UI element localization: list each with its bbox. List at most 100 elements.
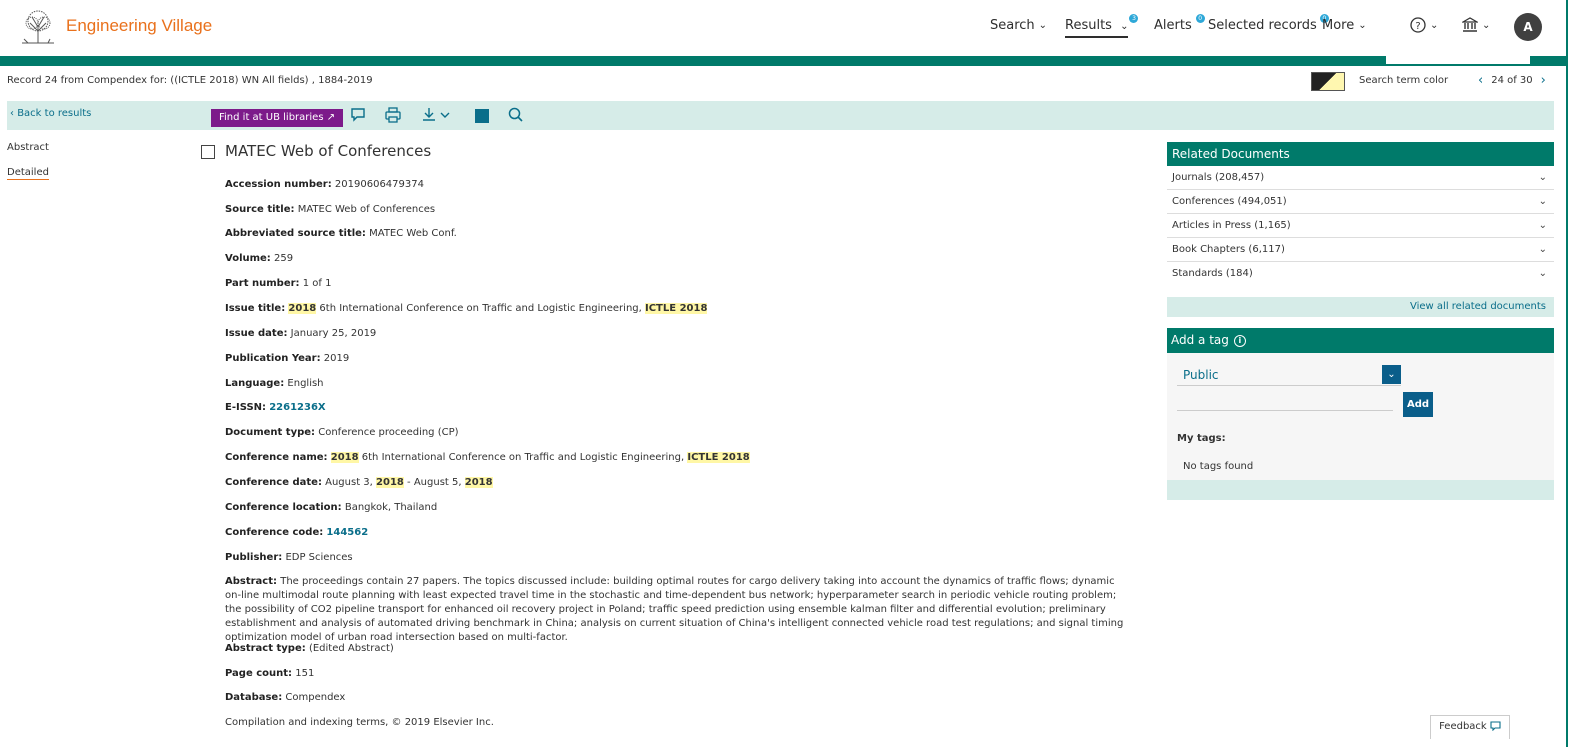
related-standards[interactable]: Standards (184) ⌄ [1167,262,1554,286]
user-avatar[interactable]: A [1514,13,1542,41]
field-eissn: E-ISSN: 2261236X [225,402,326,413]
record-toolbar: ‹ Back to results Find it at UB librarie… [7,101,1554,130]
no-tags-text: No tags found [1183,461,1254,472]
add-tag-panel: Add a tag i Public ⌄ Add My tags: No tag… [1167,328,1554,500]
alerts-count-badge: 0 [1195,14,1205,23]
tag-visibility-select[interactable]: Public ⌄ [1177,364,1401,386]
conference-code-link[interactable]: 144562 [326,527,368,538]
search-term-color-label: Search term color [1359,75,1449,86]
nav-alerts[interactable]: Alerts 0 [1154,14,1205,33]
back-to-results-link[interactable]: ‹ Back to results [10,108,91,119]
field-conference-date: Conference date: August 3, 2018 - August… [225,477,493,488]
chevron-down-icon: ⌄ [1538,220,1547,231]
print-icon[interactable] [384,106,402,124]
scrollbar-thumb[interactable] [1566,0,1568,747]
field-accession: Accession number: 20190606479374 [225,179,424,190]
field-abstract: Abstract: The proceedings contain 27 pap… [225,576,1124,643]
elsevier-tree-logo-icon[interactable] [18,9,58,45]
help-menu[interactable]: ? ⌄ [1410,17,1438,33]
view-all-related-link[interactable]: View all related documents [1410,301,1546,312]
field-page-count: Page count: 151 [225,668,315,679]
top-header: Engineering Village Search ⌄ Results ⌄ 3… [0,0,1584,56]
comment-icon [1490,721,1501,732]
left-nav-detailed[interactable]: Detailed [7,167,49,180]
search-term-highlight: ICTLE 2018 [645,303,708,314]
chevron-down-icon: ⌄ [1038,20,1048,31]
field-conference-code: Conference code: 144562 [225,527,369,538]
search-term-color-swatch[interactable] [1311,72,1345,91]
svg-text:?: ? [1415,21,1420,32]
find-it-button[interactable]: Find it at UB libraries ↗ [211,109,344,127]
my-tags-label: My tags: [1177,433,1226,444]
tag-input[interactable] [1177,393,1393,411]
help-icon: ? [1410,17,1426,33]
nav-results[interactable]: Results ⌄ 3 [1065,14,1139,38]
tag-panel-footer [1167,480,1554,500]
eissn-link[interactable]: 2261236X [269,402,325,413]
field-publication-year: Publication Year: 2019 [225,353,350,364]
next-record-icon[interactable]: › [1541,74,1546,87]
field-abbr-source: Abbreviated source title: MATEC Web Conf… [225,228,457,239]
results-count-badge: 3 [1129,14,1139,23]
field-database: Database: Compendex [225,692,346,703]
search-icon[interactable] [507,106,525,124]
related-documents-panel: Related Documents Journals (208,457) ⌄ Co… [1167,142,1554,317]
chevron-down-icon: ⌄ [1538,196,1547,207]
record-pager: ‹ 24 of 30 › [1478,74,1546,87]
feedback-button[interactable]: Feedback [1430,715,1510,739]
select-record-checkbox[interactable] [201,145,215,159]
institution-icon [1462,17,1478,32]
add-tag-title: Add a tag [1171,333,1229,347]
field-issue-date: Issue date: January 25, 2019 [225,328,377,339]
chevron-down-icon: ⌄ [1482,19,1491,31]
related-journals[interactable]: Journals (208,457) ⌄ [1167,166,1554,190]
prev-record-icon[interactable]: ‹ [1478,74,1483,87]
chevron-down-icon: ⌄ [1538,244,1547,255]
chevron-down-icon: ⌄ [1538,172,1547,183]
record-summary: Record 24 from Compendex for: ((ICTLE 20… [7,75,373,86]
field-language: Language: English [225,378,324,389]
nav-search[interactable]: Search ⌄ [990,18,1047,33]
chevron-down-icon: ⌄ [1120,21,1129,32]
pager-text: 24 of 30 [1491,75,1533,86]
copyright-notice: Compilation and indexing terms, © 2019 E… [225,717,494,728]
external-link-icon: ↗ [326,112,336,123]
brand-name[interactable]: Engineering Village [66,16,212,36]
chevron-down-icon: ⌄ [1358,20,1367,31]
field-document-type: Document type: Conference proceeding (CP… [225,427,459,438]
related-book-chapters[interactable]: Book Chapters (6,117) ⌄ [1167,238,1554,262]
header-green-bar [0,56,1566,66]
field-source-title: Source title: MATEC Web of Conferences [225,204,436,215]
info-icon[interactable]: i [1233,334,1246,347]
search-term-highlight: 2018 [288,303,317,314]
doc-title: MATEC Web of Conferences [225,142,432,160]
field-abstract-type: Abstract type: (Edited Abstract) [225,643,394,654]
field-conference-location: Conference location: Bangkok, Thailand [225,502,438,513]
download-icon[interactable] [421,106,453,124]
nav-selected-records[interactable]: Selected records 0 [1208,14,1329,33]
search-term-highlight: 2018 [464,477,493,488]
header-tab-stub [1386,56,1530,64]
field-part-number: Part number: 1 of 1 [225,278,332,289]
nav-more[interactable]: More ⌄ [1322,18,1367,33]
related-articles-in-press[interactable]: Articles in Press (1,165) ⌄ [1167,214,1554,238]
chevron-down-icon: ⌄ [1382,365,1401,384]
left-nav-abstract[interactable]: Abstract [7,142,49,153]
search-term-highlight: 2018 [376,477,404,488]
related-conferences[interactable]: Conferences (494,051) ⌄ [1167,190,1554,214]
search-term-highlight: ICTLE 2018 [687,452,750,463]
chevron-down-icon: ⌄ [1430,19,1439,31]
field-conference-name: Conference name: 2018 6th International … [225,452,750,463]
chevron-left-icon: ‹ [10,108,14,119]
comment-icon[interactable] [349,106,367,124]
save-to-folder-icon[interactable] [473,106,491,124]
add-tag-button[interactable]: Add [1403,392,1433,417]
field-volume: Volume: 259 [225,253,294,264]
chevron-down-icon: ⌄ [1538,268,1547,279]
field-issue-title: Issue title: 2018 6th International Conf… [225,303,708,314]
vertical-scrollbar[interactable] [1566,0,1584,747]
field-publisher: Publisher: EDP Sciences [225,552,353,563]
search-term-highlight: 2018 [330,452,359,463]
related-documents-title: Related Documents [1167,142,1554,166]
institution-menu[interactable]: ⌄ [1462,17,1490,33]
